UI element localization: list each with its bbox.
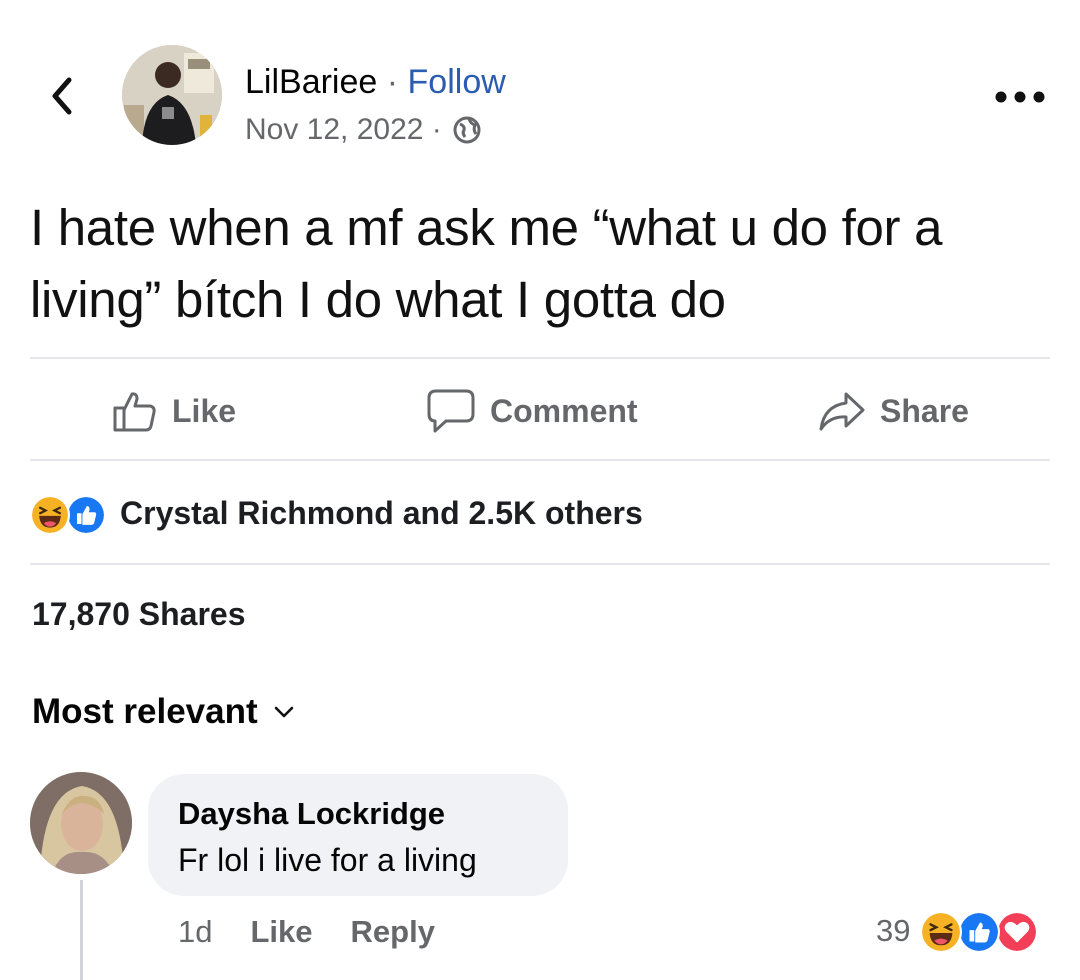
globe-icon — [453, 116, 481, 144]
like-button[interactable]: Like — [112, 378, 236, 444]
reaction-icons — [30, 491, 114, 535]
comment-actions: 1d Like Reply — [178, 910, 435, 954]
like-reaction-icon — [958, 911, 1001, 953]
comment-bubble[interactable]: Daysha Lockridge Fr lol i live for a liv… — [148, 774, 568, 896]
comment-thread-line — [80, 880, 83, 980]
comment-author[interactable]: Daysha Lockridge — [178, 794, 538, 834]
author-separator: · — [377, 63, 408, 101]
chevron-down-icon — [274, 706, 293, 718]
share-button-label: Share — [880, 392, 969, 429]
follow-button[interactable]: Follow — [408, 63, 506, 101]
comment-like-button[interactable]: Like — [250, 914, 312, 950]
more-dots-icon — [995, 91, 1045, 103]
comment-text: Fr lol i live for a living — [178, 842, 477, 878]
comment-button[interactable]: Comment — [426, 378, 638, 444]
comment-sort-dropdown[interactable]: Most relevant — [32, 692, 294, 732]
divider-top — [30, 357, 1050, 359]
more-options-button[interactable] — [990, 82, 1050, 112]
share-button[interactable]: Share — [818, 378, 969, 444]
post-date[interactable]: Nov 12, 2022 · — [245, 112, 442, 148]
comment-button-label: Comment — [490, 392, 638, 429]
commenter-avatar[interactable] — [30, 772, 132, 874]
comment-icon — [427, 389, 475, 433]
haha-reaction-icon — [920, 911, 963, 953]
divider-bottom — [30, 563, 1050, 565]
comment-reaction-icons — [920, 907, 1046, 955]
haha-reaction-icon — [30, 495, 70, 535]
chevron-left-icon — [52, 77, 72, 115]
author-avatar[interactable] — [122, 45, 222, 145]
post-header: LilBariee · Follow Nov 12, 2022 · — [0, 40, 1080, 155]
like-reaction-icon — [66, 495, 106, 535]
share-arrow-icon — [819, 392, 865, 431]
post-action-bar: Like Comment Share — [0, 378, 1080, 444]
love-reaction-icon — [996, 911, 1039, 953]
like-button-label: Like — [172, 392, 237, 429]
comment-sort-label: Most relevant — [32, 692, 258, 731]
back-button[interactable] — [40, 74, 84, 118]
comment-reaction-count: 39 — [876, 913, 911, 948]
comment-time[interactable]: 1d — [178, 914, 212, 950]
post-meta: Nov 12, 2022 · — [245, 112, 482, 148]
comment-reply-button[interactable]: Reply — [351, 914, 435, 950]
comment-reactions[interactable]: 39 — [876, 906, 1046, 956]
post-text: I hate when a mf ask me “what u do for a… — [30, 199, 943, 328]
thumbs-up-icon — [113, 392, 156, 432]
author-line: LilBariee · Follow — [245, 62, 506, 102]
shares-count[interactable]: 17,870 Shares — [32, 596, 246, 633]
author-name[interactable]: LilBariee — [245, 63, 377, 101]
reactions-summary[interactable]: Crystal Richmond and 2.5K others — [30, 488, 643, 538]
reactions-summary-text: Crystal Richmond and 2.5K others — [120, 494, 643, 531]
divider-middle — [30, 459, 1050, 461]
